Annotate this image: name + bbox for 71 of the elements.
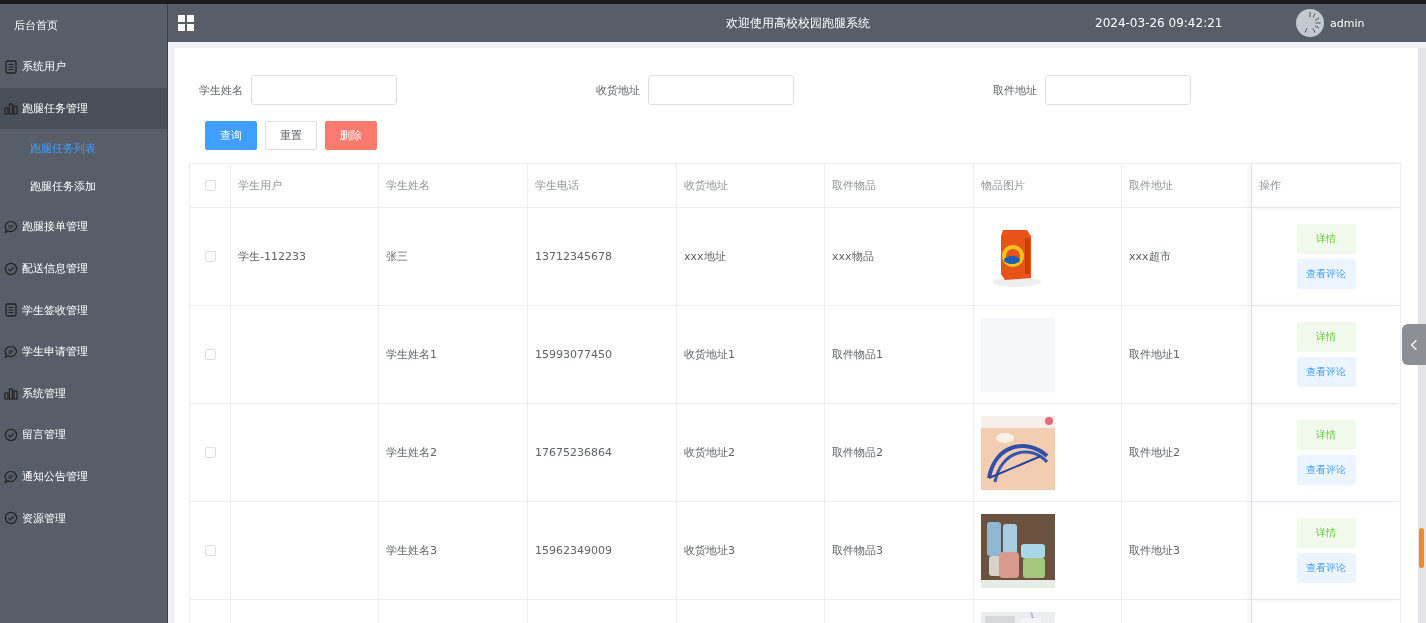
sidebar-item[interactable]: 学生申请管理 — [0, 330, 167, 373]
table-cell: 学生姓名3 — [386, 543, 437, 558]
chevron-left-icon — [1410, 337, 1418, 352]
table-cell: 17675236864 — [535, 446, 612, 459]
input-field[interactable] — [251, 75, 397, 105]
column-header: 取件物品 — [832, 178, 876, 193]
table-cell: 学生姓名2 — [386, 445, 437, 460]
sidebar-item[interactable]: 通知公告管理 — [0, 455, 167, 498]
table-cell: 取件物品3 — [832, 543, 883, 558]
column-header: 学生用户 — [238, 178, 282, 193]
checkbox[interactable] — [204, 180, 216, 191]
table-cell: 收货地址2 — [684, 445, 735, 460]
table-cell: xxx超市 — [1129, 249, 1171, 264]
column-header: 操作 — [1259, 178, 1281, 193]
filter-label: 收货地址 — [595, 82, 640, 98]
document-icon — [4, 303, 18, 318]
checkbox[interactable] — [204, 545, 216, 556]
column-header: 收货地址 — [684, 178, 728, 193]
table-cell: 取件地址2 — [1129, 445, 1180, 460]
table-cell: 取件地址3 — [1129, 543, 1180, 558]
table-cell: 取件物品1 — [832, 347, 883, 362]
column-header: 物品图片 — [981, 178, 1025, 193]
column-header: 取件地址 — [1129, 178, 1173, 193]
input-field[interactable] — [648, 75, 794, 105]
table-cell: xxx物品 — [832, 249, 874, 264]
table-cell: 张三 — [386, 249, 408, 264]
table-cell: 取件地址1 — [1129, 347, 1180, 362]
checkbox[interactable] — [204, 447, 216, 458]
system-title: 欢迎使用高校校园跑腿系统 — [726, 14, 870, 32]
sidebar-item[interactable]: 资源管理 — [0, 497, 167, 539]
column-header: 学生电话 — [535, 178, 579, 193]
sidebar-item[interactable]: 学生签收管理 — [0, 289, 167, 331]
table-cell: xxx地址 — [684, 249, 726, 264]
table-cell: 学生姓名1 — [386, 347, 437, 362]
chat-icon — [4, 220, 18, 234]
chat-icon — [4, 344, 18, 359]
user-name: admin — [1330, 16, 1365, 30]
column-header: 学生姓名 — [386, 178, 430, 193]
check-circle-icon — [4, 261, 18, 276]
sidebar-item[interactable]: 后台首页 — [0, 4, 167, 46]
scrollbar[interactable] — [1418, 48, 1426, 623]
table-cell: 15993077450 — [535, 348, 612, 361]
sidebar-item[interactable]: 跑腿接单管理 — [0, 206, 167, 248]
document-icon — [4, 59, 18, 74]
grid-icon[interactable] — [178, 15, 194, 31]
check-circle-icon — [4, 427, 18, 442]
input-field[interactable] — [1045, 75, 1191, 105]
datetime: 2024-03-26 09:42:21 — [1095, 16, 1223, 30]
sidebar-item[interactable]: 系统用户 — [0, 46, 167, 88]
collapse-tab[interactable] — [1402, 324, 1426, 365]
table-cell: 13712345678 — [535, 250, 612, 263]
sidebar-item[interactable]: 跑腿任务管理 — [0, 87, 167, 130]
bar-chart-icon — [4, 101, 18, 116]
filter-label: 取件地址 — [992, 82, 1037, 98]
table-cell: 学生-112233 — [238, 249, 306, 264]
check-circle-icon — [4, 511, 18, 526]
chat-icon — [4, 469, 18, 484]
avatar-icon — [1296, 9, 1324, 37]
sidebar-item[interactable]: 留言管理 — [0, 414, 167, 456]
table-cell: 收货地址3 — [684, 543, 735, 558]
table-cell: 15962349009 — [535, 544, 612, 557]
table-cell: 取件物品2 — [832, 445, 883, 460]
checkbox[interactable] — [204, 349, 216, 360]
sidebar-item[interactable]: 配送信息管理 — [0, 247, 167, 290]
sidebar-subitem[interactable]: 跑腿任务添加 — [0, 167, 167, 207]
sidebar-item[interactable]: 系统管理 — [0, 372, 167, 415]
table-cell: 收货地址1 — [684, 347, 735, 362]
reset-button[interactable]: 重置 — [265, 121, 317, 150]
bar-chart-icon — [4, 386, 18, 401]
filter-label: 学生姓名 — [198, 82, 243, 98]
checkbox[interactable] — [204, 251, 216, 262]
